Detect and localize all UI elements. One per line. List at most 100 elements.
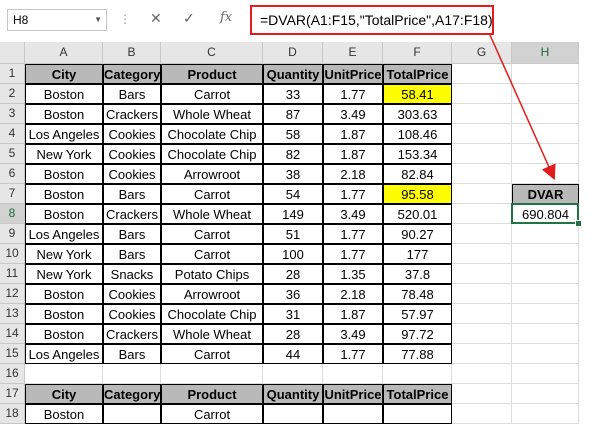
table-cell[interactable]: Cookies [103, 304, 161, 324]
cancel-icon[interactable]: ✕ [150, 10, 162, 27]
table-cell[interactable]: Cookies [103, 144, 161, 164]
table-cell[interactable]: Crackers [103, 204, 161, 224]
chevron-down-icon[interactable]: ▼ [94, 10, 102, 30]
cell[interactable] [512, 244, 579, 264]
table-cell[interactable]: New York [25, 144, 103, 164]
table-cell[interactable]: Bars [103, 84, 161, 104]
cell[interactable] [452, 384, 512, 404]
column-header-a[interactable]: A [25, 42, 103, 64]
table-cell[interactable]: Potato Chips [161, 264, 263, 284]
table-cell[interactable]: Boston [25, 164, 103, 184]
cell[interactable] [323, 364, 383, 384]
table-cell[interactable]: Boston [25, 304, 103, 324]
column-header-h[interactable]: H [512, 42, 579, 64]
table-cell[interactable]: 1.77 [323, 184, 383, 204]
table-cell[interactable]: 90.27 [383, 224, 452, 244]
criteria-header-cell[interactable]: Category [103, 384, 161, 404]
row-header-7[interactable]: 7 [0, 184, 25, 204]
cell[interactable] [452, 404, 512, 424]
cell[interactable] [512, 224, 579, 244]
cell[interactable] [512, 84, 579, 104]
table-cell[interactable]: 303.63 [383, 104, 452, 124]
table-cell[interactable]: 177 [383, 244, 452, 264]
table-cell[interactable]: 1.77 [323, 224, 383, 244]
table-cell[interactable]: New York [25, 264, 103, 284]
row-header-6[interactable]: 6 [0, 164, 25, 184]
column-header-c[interactable]: C [161, 42, 263, 64]
table-cell[interactable]: 1.77 [323, 84, 383, 104]
name-box[interactable]: H8 ▼ [7, 9, 107, 31]
table-cell[interactable]: Arrowroot [161, 284, 263, 304]
cell[interactable] [452, 284, 512, 304]
row-header-3[interactable]: 3 [0, 104, 25, 124]
table-cell[interactable]: 82.84 [383, 164, 452, 184]
select-all-corner[interactable] [0, 42, 25, 64]
table-cell[interactable]: 3.49 [323, 204, 383, 224]
table-cell[interactable]: Bars [103, 184, 161, 204]
table-cell[interactable]: Boston [25, 104, 103, 124]
cell[interactable] [452, 164, 512, 184]
table-cell[interactable]: Chocolate Chip [161, 304, 263, 324]
column-header-f[interactable]: F [383, 42, 452, 64]
table-cell[interactable]: Carrot [161, 224, 263, 244]
table-cell[interactable]: Los Angeles [25, 224, 103, 244]
table-header-cell[interactable]: TotalPrice [383, 64, 452, 84]
table-cell[interactable]: 82 [263, 144, 323, 164]
row-header-4[interactable]: 4 [0, 124, 25, 144]
cell[interactable] [452, 264, 512, 284]
row-header-10[interactable]: 10 [0, 244, 25, 264]
table-cell[interactable]: 3.49 [323, 104, 383, 124]
table-cell[interactable]: 1.77 [323, 344, 383, 364]
table-header-cell[interactable]: Product [161, 64, 263, 84]
cell[interactable] [452, 84, 512, 104]
table-cell[interactable]: Boston [25, 284, 103, 304]
cell[interactable] [452, 124, 512, 144]
table-cell[interactable]: 520.01 [383, 204, 452, 224]
table-cell[interactable]: 149 [263, 204, 323, 224]
table-cell[interactable]: 28 [263, 264, 323, 284]
table-cell[interactable]: Bars [103, 344, 161, 364]
cell[interactable] [452, 324, 512, 344]
table-cell[interactable]: 58.41 [383, 84, 452, 104]
cell[interactable] [452, 104, 512, 124]
table-cell[interactable]: Carrot [161, 84, 263, 104]
active-cell-selection[interactable] [511, 203, 579, 224]
table-cell[interactable]: 3.49 [323, 324, 383, 344]
row-header-2[interactable]: 2 [0, 84, 25, 104]
table-cell[interactable]: Carrot [161, 244, 263, 264]
table-cell[interactable]: 77.88 [383, 344, 452, 364]
criteria-cell[interactable] [263, 404, 323, 424]
table-cell[interactable]: 1.87 [323, 144, 383, 164]
cell[interactable] [512, 304, 579, 324]
table-cell[interactable]: Cookies [103, 284, 161, 304]
cell[interactable] [512, 284, 579, 304]
table-cell[interactable]: 36 [263, 284, 323, 304]
table-cell[interactable]: Boston [25, 184, 103, 204]
cell[interactable] [452, 224, 512, 244]
column-header-e[interactable]: E [323, 42, 383, 64]
table-cell[interactable]: Crackers [103, 104, 161, 124]
table-header-cell[interactable]: UnitPrice [323, 64, 383, 84]
table-cell[interactable]: Los Angeles [25, 344, 103, 364]
table-cell[interactable]: 1.87 [323, 124, 383, 144]
row-header-14[interactable]: 14 [0, 324, 25, 344]
table-cell[interactable]: 1.35 [323, 264, 383, 284]
criteria-header-cell[interactable]: Quantity [263, 384, 323, 404]
row-header-13[interactable]: 13 [0, 304, 25, 324]
row-header-18[interactable]: 18 [0, 404, 25, 424]
check-icon[interactable]: ✓ [183, 10, 195, 27]
cell[interactable] [452, 184, 512, 204]
table-cell[interactable]: 1.77 [323, 244, 383, 264]
table-cell[interactable]: Carrot [161, 184, 263, 204]
row-header-15[interactable]: 15 [0, 344, 25, 364]
cell[interactable] [512, 344, 579, 364]
table-cell[interactable]: 153.34 [383, 144, 452, 164]
criteria-cell[interactable] [103, 404, 161, 424]
criteria-cell[interactable]: Carrot [161, 404, 263, 424]
table-cell[interactable]: Whole Wheat [161, 104, 263, 124]
table-cell[interactable]: Boston [25, 324, 103, 344]
cell[interactable] [512, 404, 579, 424]
table-cell[interactable]: 33 [263, 84, 323, 104]
table-cell[interactable]: Arrowroot [161, 164, 263, 184]
criteria-header-cell[interactable]: TotalPrice [383, 384, 452, 404]
